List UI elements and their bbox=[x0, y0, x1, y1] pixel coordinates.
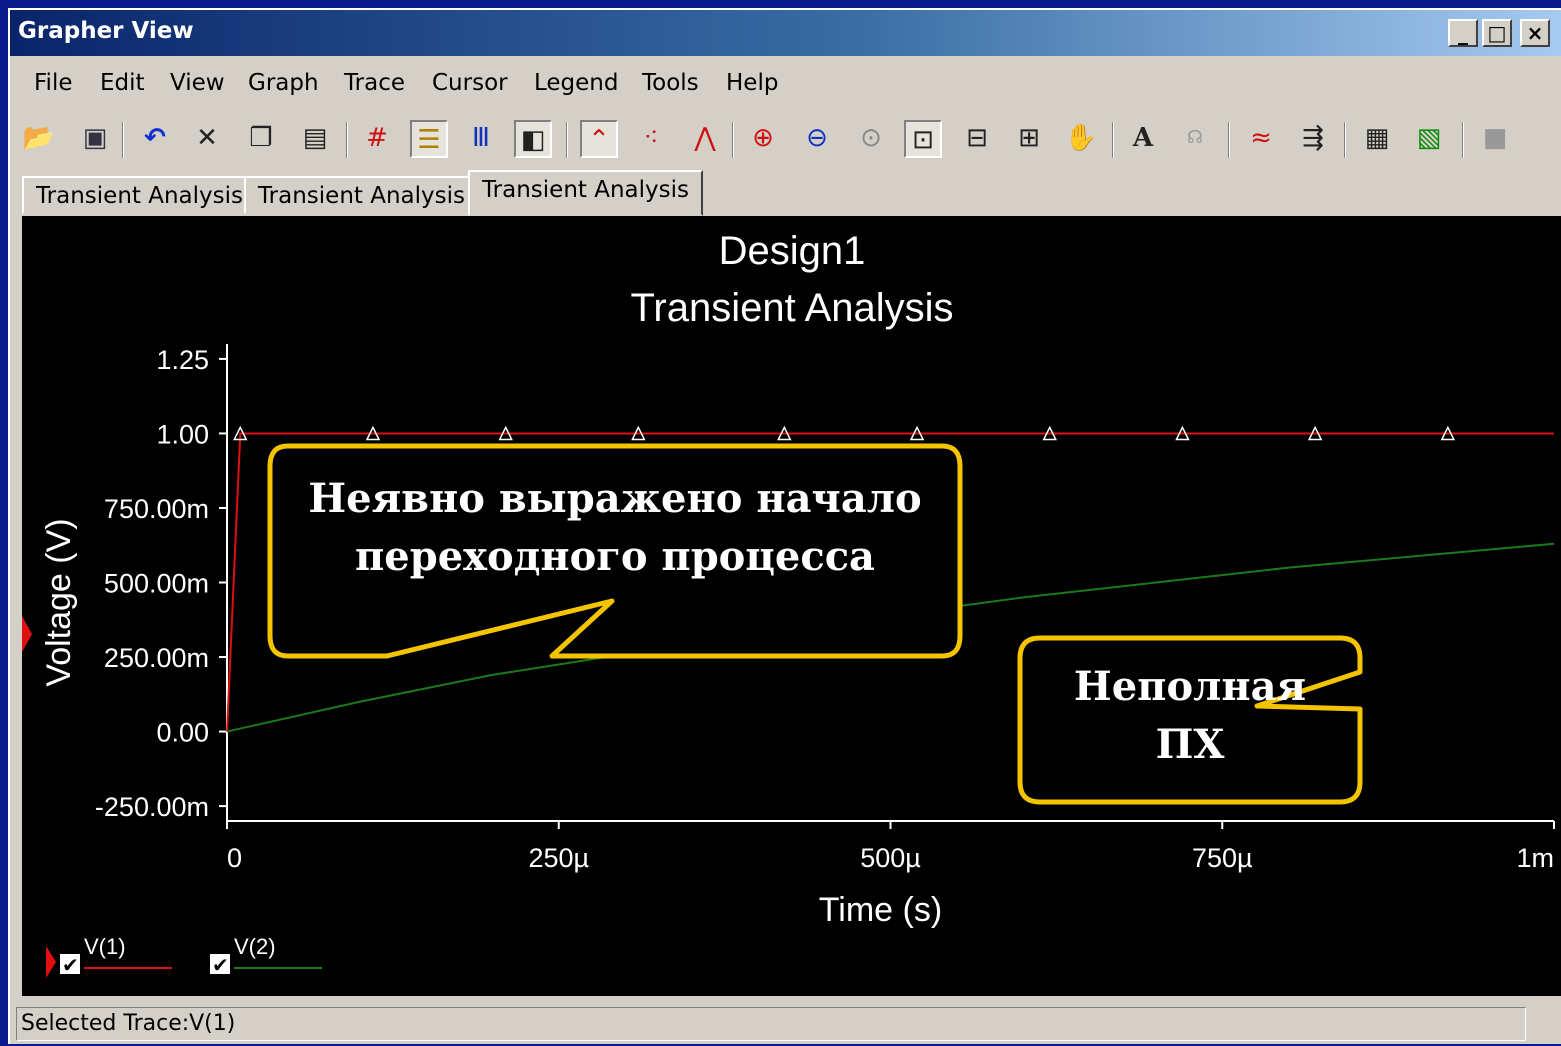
save-icon[interactable]: ▣ bbox=[76, 120, 114, 158]
menu-tools[interactable]: Tools bbox=[642, 70, 699, 96]
menu-file[interactable]: File bbox=[34, 70, 73, 96]
toolbar-separator bbox=[1344, 122, 1346, 158]
x-tick-label: 500µ bbox=[860, 843, 921, 873]
copy-icon[interactable]: ❐ bbox=[242, 120, 280, 158]
zoom-in-icon[interactable]: ⊕ bbox=[744, 120, 782, 158]
menu-legend[interactable]: Legend bbox=[534, 70, 619, 96]
zoom-x-icon[interactable]: ⊟ bbox=[958, 120, 996, 158]
callout-text-start: переходного процесса bbox=[355, 533, 875, 580]
cursor-icon[interactable]: ≈ bbox=[1242, 120, 1280, 158]
toolbar-separator bbox=[346, 122, 348, 158]
close-button[interactable]: × bbox=[1520, 19, 1550, 47]
legend-label: V(1) bbox=[84, 934, 126, 959]
x-tick-label: 250µ bbox=[528, 843, 589, 873]
analysis-tabs: Transient Analysis Transient Analysis Tr… bbox=[22, 170, 1561, 216]
x-axis-label: Time (s) bbox=[819, 891, 942, 929]
zoom-y-icon[interactable]: ⊞ bbox=[1010, 120, 1048, 158]
y-tick-label: 1.00 bbox=[156, 419, 209, 449]
dual-axis-icon[interactable]: Ⅲ bbox=[462, 120, 500, 158]
chart-subtitle: Transient Analysis bbox=[630, 286, 953, 330]
toolbar-separator bbox=[1112, 122, 1114, 158]
zoom-window-icon[interactable]: ⊡ bbox=[904, 120, 942, 158]
chart-title: Design1 bbox=[719, 229, 866, 273]
points-icon[interactable]: ⁖ bbox=[632, 120, 670, 158]
tab-transient-2[interactable]: Transient Analysis bbox=[244, 176, 479, 214]
excel-icon[interactable]: ▧ bbox=[1410, 120, 1448, 158]
x-tick-label: 750µ bbox=[1192, 843, 1253, 873]
menu-help[interactable]: Help bbox=[726, 70, 778, 96]
y-axis-label: Voltage (V) bbox=[40, 518, 78, 686]
y-tick-label: -250.00m bbox=[95, 792, 209, 822]
grid-icon[interactable]: # bbox=[358, 120, 396, 158]
transient-chart[interactable]: Design1 Transient Analysis 1.25 1.00 750.00m… bbox=[22, 216, 1561, 996]
menu-view[interactable]: View bbox=[170, 70, 225, 96]
menu-trace[interactable]: Trace bbox=[344, 70, 405, 96]
zoom-out-icon[interactable]: ⊖ bbox=[798, 120, 836, 158]
toolbar-separator bbox=[566, 122, 568, 158]
selected-trace-marker bbox=[22, 616, 32, 652]
toolbar-separator bbox=[1462, 122, 1464, 158]
title-bar[interactable]: Grapher View _ □ × bbox=[10, 10, 1561, 56]
text-icon[interactable]: A bbox=[1124, 120, 1162, 158]
window-title: Grapher View bbox=[18, 18, 194, 44]
callout-text-incomplete: ПХ bbox=[1156, 721, 1225, 768]
open-icon[interactable]: 📂 bbox=[20, 120, 58, 158]
callout-text-incomplete: Неполная bbox=[1074, 663, 1306, 710]
x-tick-label: 0 bbox=[227, 843, 242, 873]
delete-icon[interactable]: ✕ bbox=[188, 120, 226, 158]
grapher-window: Grapher View _ □ × File Edit View Graph … bbox=[8, 8, 1561, 1044]
graph-area[interactable]: Design1 Transient Analysis 1.25 1.00 750.00m… bbox=[22, 216, 1561, 996]
stop-icon[interactable]: ■ bbox=[1476, 120, 1514, 158]
lines-icon[interactable]: ⌃ bbox=[580, 120, 618, 158]
pan-icon[interactable]: ✋ bbox=[1062, 120, 1100, 158]
toolbar: 📂 ▣ ↶ ✕ ❐ ▤ # ☰ Ⅲ ◧ ⌃ ⁖ ⋀ ⊕ ⊖ ⊙ ⊡ ⊟ ⊞ ✋ … bbox=[10, 114, 1561, 164]
tab-transient-3[interactable]: Transient Analysis bbox=[468, 170, 703, 216]
status-text: Selected Trace:V(1) bbox=[16, 1007, 1526, 1041]
y-tick-label: 250.00m bbox=[104, 643, 209, 673]
overlay-icon[interactable]: ◧ bbox=[514, 120, 552, 158]
legend-check-icon: ✔ bbox=[212, 953, 229, 977]
menu-bar: File Edit View Graph Trace Cursor Legend… bbox=[10, 60, 1561, 104]
menu-edit[interactable]: Edit bbox=[100, 70, 145, 96]
toolbar-separator bbox=[1228, 122, 1230, 158]
status-bar: Selected Trace:V(1) bbox=[10, 1002, 1561, 1046]
y-tick-label: 1.25 bbox=[156, 345, 209, 375]
toolbar-separator bbox=[122, 122, 124, 158]
properties-icon[interactable]: ▦ bbox=[1358, 120, 1396, 158]
legend-selected-marker bbox=[46, 946, 56, 978]
undo-icon[interactable]: ↶ bbox=[136, 120, 174, 158]
zoom-full-icon[interactable]: ⊙ bbox=[852, 120, 890, 158]
legend-check-icon: ✔ bbox=[62, 953, 79, 977]
lines-points-icon[interactable]: ⋀ bbox=[686, 120, 724, 158]
legend-label: V(2) bbox=[234, 934, 276, 959]
y-tick-label: 750.00m bbox=[104, 494, 209, 524]
maximize-button[interactable]: □ bbox=[1482, 19, 1512, 47]
minimize-button[interactable]: _ bbox=[1448, 19, 1478, 47]
paste-icon[interactable]: ▤ bbox=[296, 120, 334, 158]
legend-icon[interactable]: ☰ bbox=[410, 120, 448, 158]
tab-transient-1[interactable]: Transient Analysis bbox=[22, 176, 257, 214]
callout-text-start: Неявно выражено начало bbox=[308, 475, 921, 522]
x-tick-label: 1m bbox=[1516, 843, 1554, 873]
y-tick-label: 500.00m bbox=[104, 569, 209, 599]
toolbar-separator bbox=[732, 122, 734, 158]
export-icon[interactable]: ⇶ bbox=[1294, 120, 1332, 158]
menu-graph[interactable]: Graph bbox=[248, 70, 319, 96]
y-tick-label: 0.00 bbox=[156, 718, 209, 748]
menu-cursor[interactable]: Cursor bbox=[432, 70, 508, 96]
label-icon[interactable]: ☊ bbox=[1176, 120, 1214, 158]
